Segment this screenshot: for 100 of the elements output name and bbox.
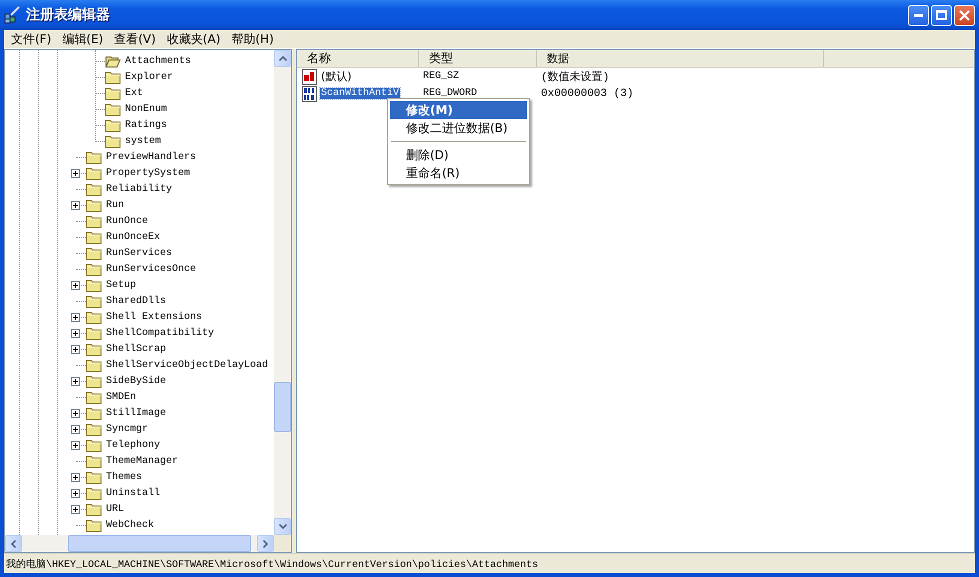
tree-item[interactable]: Uninstall — [106, 488, 160, 498]
folder-icon — [86, 230, 102, 244]
status-bar: 我的电脑\HKEY_LOCAL_MACHINE\SOFTWARE\Microsoft\Windows\CurrentVersion\policies\Attachments — [4, 553, 975, 573]
expand-icon[interactable] — [71, 344, 80, 354]
folder-icon — [86, 486, 102, 500]
maximize-button[interactable] — [931, 4, 952, 26]
expand-icon[interactable] — [71, 280, 80, 290]
folder-icon — [86, 374, 102, 388]
menu-item[interactable]: 收藏夹(A) — [162, 30, 226, 48]
folder-icon — [105, 102, 121, 116]
folder-icon — [86, 310, 102, 324]
folder-icon — [86, 454, 102, 468]
menu-item[interactable]: 修改(M) — [390, 101, 527, 119]
tree-item[interactable]: RunServicesOnce — [106, 264, 196, 274]
close-icon — [959, 10, 970, 20]
tree-item[interactable]: SharedDlls — [106, 296, 166, 306]
expand-icon[interactable] — [71, 472, 80, 482]
menu-item[interactable]: 编辑(E) — [57, 30, 108, 48]
menu-item[interactable]: 帮助(H) — [226, 30, 279, 48]
tree-item[interactable]: NonEnum — [125, 104, 168, 114]
expand-icon[interactable] — [71, 328, 80, 338]
folder-icon — [86, 422, 102, 436]
tree-item[interactable]: URL — [106, 504, 124, 514]
expand-icon[interactable] — [71, 440, 80, 450]
tree-item[interactable]: Shell Extensions — [106, 312, 202, 322]
tree-item[interactable]: RunOnce — [106, 216, 148, 226]
table-cell-text: REG_DWORD — [422, 88, 478, 99]
tree-item[interactable]: SMDEn — [106, 392, 136, 402]
menu-item[interactable]: 查看(V) — [109, 30, 161, 48]
scroll-left-button[interactable] — [5, 535, 22, 552]
table-cell-text: (数值未设置) — [541, 70, 610, 84]
tree-item[interactable]: ThemeManager — [106, 456, 178, 466]
tree-item[interactable]: system — [125, 136, 162, 146]
folder-icon — [105, 134, 121, 148]
tree-item[interactable]: Ratings — [125, 120, 168, 130]
scroll-up-button[interactable] — [274, 50, 291, 67]
folder-icon — [86, 502, 102, 516]
expand-icon[interactable] — [71, 488, 80, 498]
expand-icon[interactable] — [71, 376, 80, 386]
expand-icon[interactable] — [71, 168, 80, 178]
folder-icon — [86, 246, 102, 260]
folder-icon — [86, 214, 102, 228]
tree-item[interactable]: ShellServiceObjectDelayLoad — [106, 360, 268, 370]
scroll-down-button[interactable] — [274, 518, 291, 535]
expand-icon[interactable] — [71, 200, 80, 210]
open-folder-icon — [105, 54, 121, 68]
tree-item[interactable]: StillImage — [106, 408, 166, 418]
folder-icon — [86, 182, 102, 196]
string-value-icon — [302, 68, 318, 84]
scroll-right-button[interactable] — [257, 535, 274, 552]
folder-icon — [86, 166, 102, 180]
folder-icon — [86, 518, 102, 532]
tree-item[interactable]: SideBySide — [106, 376, 166, 386]
folder-icon — [86, 406, 102, 420]
tree-item[interactable]: WebCheck — [106, 520, 154, 530]
folder-icon — [86, 326, 102, 340]
tree-item[interactable]: Ext — [125, 88, 144, 98]
folder-icon — [105, 118, 121, 132]
folder-icon — [86, 262, 102, 276]
folder-icon — [86, 150, 102, 164]
expand-icon[interactable] — [71, 408, 80, 418]
expand-icon[interactable] — [71, 424, 80, 434]
tree-item[interactable]: PreviewHandlers — [106, 152, 196, 162]
folder-icon — [86, 358, 102, 372]
tree-item[interactable]: Reliability — [106, 184, 172, 194]
maximize-icon — [936, 10, 947, 20]
menu-item[interactable]: 文件(F) — [6, 30, 56, 48]
tree-item[interactable]: ShellCompatibility — [106, 328, 214, 338]
folder-icon — [86, 470, 102, 484]
folder-icon — [105, 70, 121, 84]
window-title: 注册表编辑器 — [26, 6, 111, 24]
tree-item[interactable]: Run — [106, 200, 124, 210]
binary-value-icon — [302, 86, 318, 102]
value-name[interactable]: (默认) — [320, 69, 353, 84]
folder-icon — [86, 390, 102, 404]
tree-item[interactable]: Attachments — [125, 56, 192, 66]
registry-icon — [3, 6, 21, 24]
expand-icon[interactable] — [71, 312, 80, 322]
folder-icon — [86, 294, 102, 308]
tree-item[interactable]: RunServices — [106, 248, 172, 258]
minimize-icon — [914, 14, 923, 16]
tree-item[interactable]: ShellScrap — [106, 344, 166, 354]
minimize-button[interactable] — [908, 4, 929, 26]
table-cell-text: REG_SZ — [422, 71, 460, 82]
tree-item[interactable]: PropertySystem — [106, 168, 190, 178]
folder-icon — [105, 86, 121, 100]
tree-item[interactable]: Themes — [106, 472, 142, 482]
tree-item[interactable]: RunOnceEx — [106, 232, 160, 242]
tree-item[interactable]: Syncmgr — [106, 424, 148, 434]
tree-item[interactable]: Explorer — [125, 72, 174, 82]
scroll-thumb[interactable] — [68, 535, 251, 552]
scroll-thumb[interactable] — [274, 382, 291, 432]
tree-item[interactable]: Telephony — [106, 440, 160, 450]
tree-item[interactable]: Setup — [106, 280, 136, 290]
close-button[interactable] — [954, 4, 975, 26]
table-cell-text: 0x00000003 (3) — [541, 88, 634, 100]
folder-icon — [86, 198, 102, 212]
folder-icon — [86, 342, 102, 356]
expand-icon[interactable] — [71, 504, 80, 514]
value-name[interactable]: ScanWithAntiV — [320, 88, 400, 99]
